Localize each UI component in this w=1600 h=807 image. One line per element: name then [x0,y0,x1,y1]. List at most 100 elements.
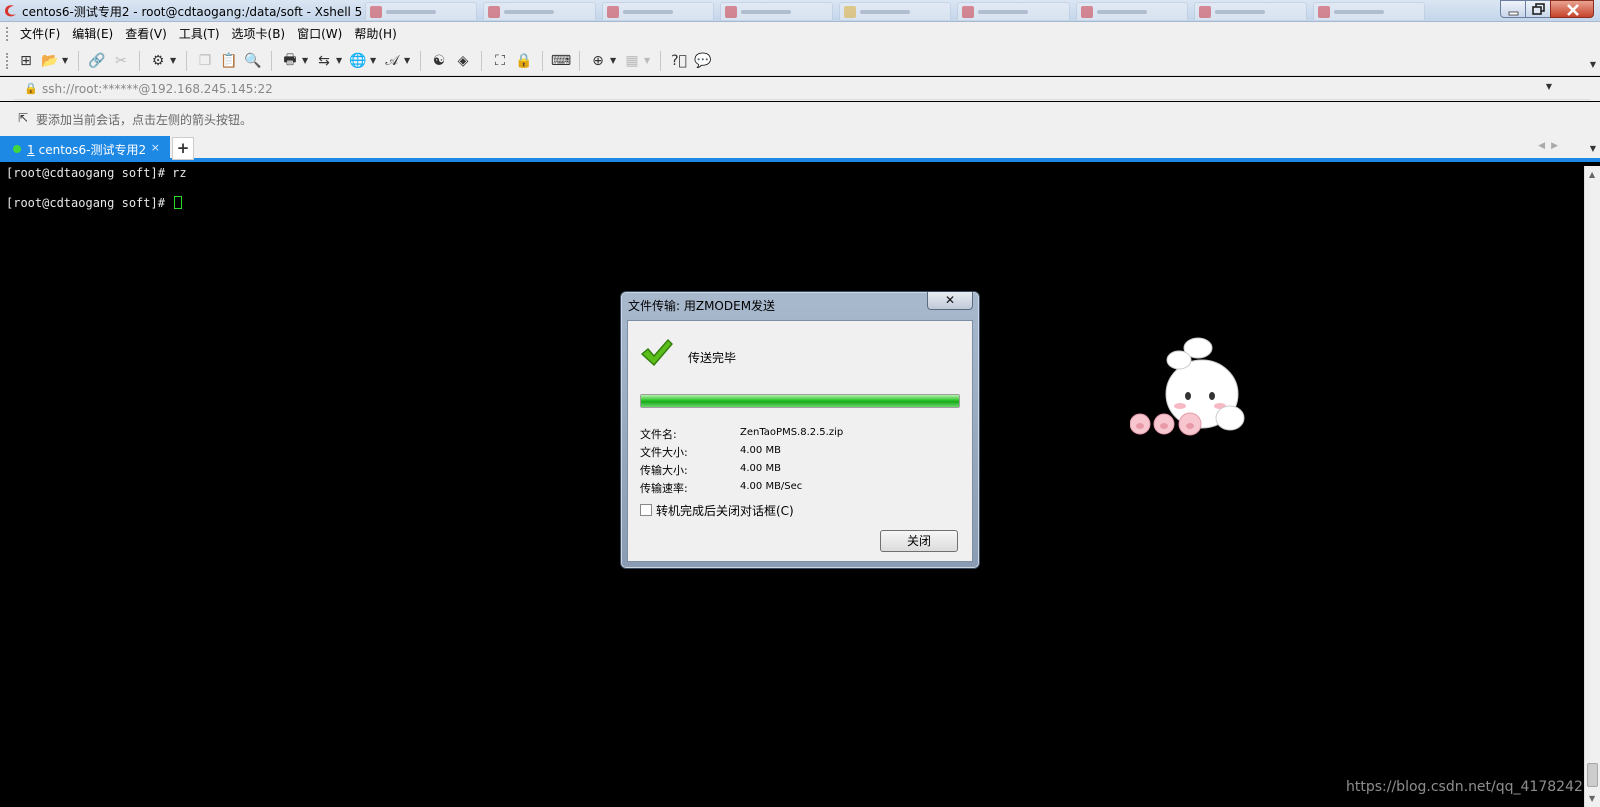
browser-tab [1194,2,1307,20]
address-field[interactable]: 🔒 ssh://root:******@192.168.245.145:22 ▼ [14,78,1590,100]
menu-help[interactable]: 帮助(H) [348,23,402,45]
keyboard-icon: ⌨ [550,52,572,69]
add-tab-button[interactable]: + [172,137,194,160]
close-window-button[interactable] [1550,0,1594,18]
tab-number: 1 [27,143,35,157]
terminal-line: [root@cdtaogang soft]# [6,196,183,210]
toolbar-separator [542,50,543,71]
fullscreen-button[interactable]: ⛶ [490,51,510,71]
terminal-line-text: [root@cdtaogang soft]# rz [6,166,187,180]
font-dropdown-arrow[interactable]: ▼ [404,56,410,65]
menu-file[interactable]: 文件(F) [14,23,66,45]
close-button[interactable]: 关闭 [880,530,958,552]
new-session-icon: ⊞ [20,52,32,69]
properties-icon: ⚙ [151,52,165,69]
properties-dropdown-arrow[interactable]: ▼ [170,56,176,65]
encoding-button[interactable]: 🌐 [348,51,368,71]
open-dropdown-arrow[interactable]: ▼ [62,56,68,65]
browser-tab [483,2,596,20]
dialog-title: 文件传输: 用ZMODEM发送 [628,299,776,313]
rate-label: 传输速率: [640,482,688,495]
print-button[interactable]: 🖶 [280,51,300,71]
terminal-line: [root@cdtaogang soft]# rz [6,166,187,180]
dialog-close-x-button[interactable]: ✕ [927,292,973,310]
browser-tab [601,2,715,20]
address-bar: 🔒 ssh://root:******@192.168.245.145:22 ▼ [0,77,1600,101]
terminal-scrollbar[interactable]: ▲ ▼ [1584,166,1600,807]
tab-close-button[interactable]: × [151,141,160,154]
toolbar-overflow-arrow[interactable]: ▼ [1590,60,1596,69]
transfer-progress-bar [640,394,960,408]
disconnect-button[interactable]: ✂ [111,51,131,71]
copy-button[interactable]: ❐ [195,51,215,71]
auto-close-checkbox-label[interactable]: 转机完成后关闭对话框(C) [656,502,794,519]
keyboard-button[interactable]: ⌨ [551,51,571,71]
menu-tabs[interactable]: 选项卡(B) [226,23,292,45]
checkmark-icon [640,338,673,367]
xmanager-button[interactable]: ◈ [453,51,473,71]
find-button[interactable]: 🔍 [243,51,263,71]
unlink-icon: ✂ [115,52,127,69]
lock-icon: 🔒 [24,82,38,95]
new-tab-button[interactable]: ⊕ [588,51,608,71]
tab-scroll-arrows[interactable]: ◀▶ [1538,141,1564,151]
xshell-logo-icon [5,5,16,17]
scroll-thumb[interactable] [1587,763,1598,787]
browser-tab [1075,2,1189,20]
menu-grip [6,27,9,41]
lock-icon: 🔒 [515,52,533,69]
font-button[interactable]: 𝒜 [382,51,402,71]
chat-icon: 💬 [694,52,712,69]
filesize-label: 文件大小: [640,446,688,459]
help-icon: ?⃝ [671,52,687,69]
transfer-dropdown-arrow[interactable]: ▼ [336,56,342,65]
new-tab-dropdown-arrow[interactable]: ▼ [610,56,616,65]
scroll-down-arrow[interactable]: ▼ [1589,794,1595,803]
layout-dropdown-arrow[interactable]: ▼ [644,56,650,65]
browser-tab [838,2,952,20]
title-bar: centos6-测试专用2 - root@cdtaogang:/data/sof… [0,0,1600,22]
menu-edit[interactable]: 编辑(E) [66,23,119,45]
menu-tools[interactable]: 工具(T) [173,23,226,45]
transfer-button[interactable]: ⇆ [314,51,334,71]
add-session-arrow-icon[interactable]: ⇱ [18,111,28,125]
open-button[interactable]: 📂 [40,51,60,71]
maximize-button[interactable] [1525,0,1551,18]
lock-button[interactable]: 🔒 [514,51,534,71]
layout-button[interactable]: ▦ [622,51,642,71]
restore-icon [1532,3,1545,15]
watermark-text: https://blog.csdn.net/qq_4178242 [1346,779,1583,795]
layout-icon: ▦ [625,52,639,69]
minimize-icon [1508,11,1519,16]
properties-button[interactable]: ⚙ [148,51,168,71]
chat-button[interactable]: 💬 [693,51,713,71]
window-title: centos6-测试专用2 - root@cdtaogang:/data/sof… [22,5,363,19]
reconnect-button[interactable]: 🔗 [87,51,107,71]
tab-label: 1 centos6-测试专用2 [27,141,146,158]
new-session-button[interactable]: ⊞ [16,51,36,71]
magnifier-icon: 🔍 [244,52,262,69]
menu-window[interactable]: 窗口(W) [291,23,348,45]
background-browser-tabs [365,2,1425,22]
tab-session-1[interactable]: 1 centos6-测试专用2 × [0,136,170,162]
encoding-dropdown-arrow[interactable]: ▼ [370,56,376,65]
print-dropdown-arrow[interactable]: ▼ [302,56,308,65]
minimize-button[interactable] [1500,0,1526,18]
help-button[interactable]: ?⃝ [669,51,689,71]
filename-value: ZenTaoPMS.8.2.5.zip [740,427,844,438]
window-controls [1500,0,1594,18]
transfer-icon: ⇆ [318,52,330,69]
link-icon: 🔗 [88,52,106,69]
dialog-body: 传送完毕 文件名: ZenTaoPMS.8.2.5.zip 文件大小: 4.00… [627,320,973,562]
xftp-button[interactable]: ☯ [429,51,449,71]
auto-close-checkbox[interactable] [640,504,652,516]
address-dropdown-arrow[interactable]: ▼ [1546,82,1552,91]
tab-list-dropdown[interactable]: ▼ [1590,144,1596,153]
toolbar-separator [78,50,79,71]
menu-view[interactable]: 查看(V) [119,23,173,45]
xmanager-icon: ◈ [457,52,469,69]
scroll-up-arrow[interactable]: ▲ [1589,170,1595,179]
close-icon [1567,4,1579,16]
paste-button[interactable]: 📋 [219,51,239,71]
transferred-value: 4.00 MB [740,463,781,474]
